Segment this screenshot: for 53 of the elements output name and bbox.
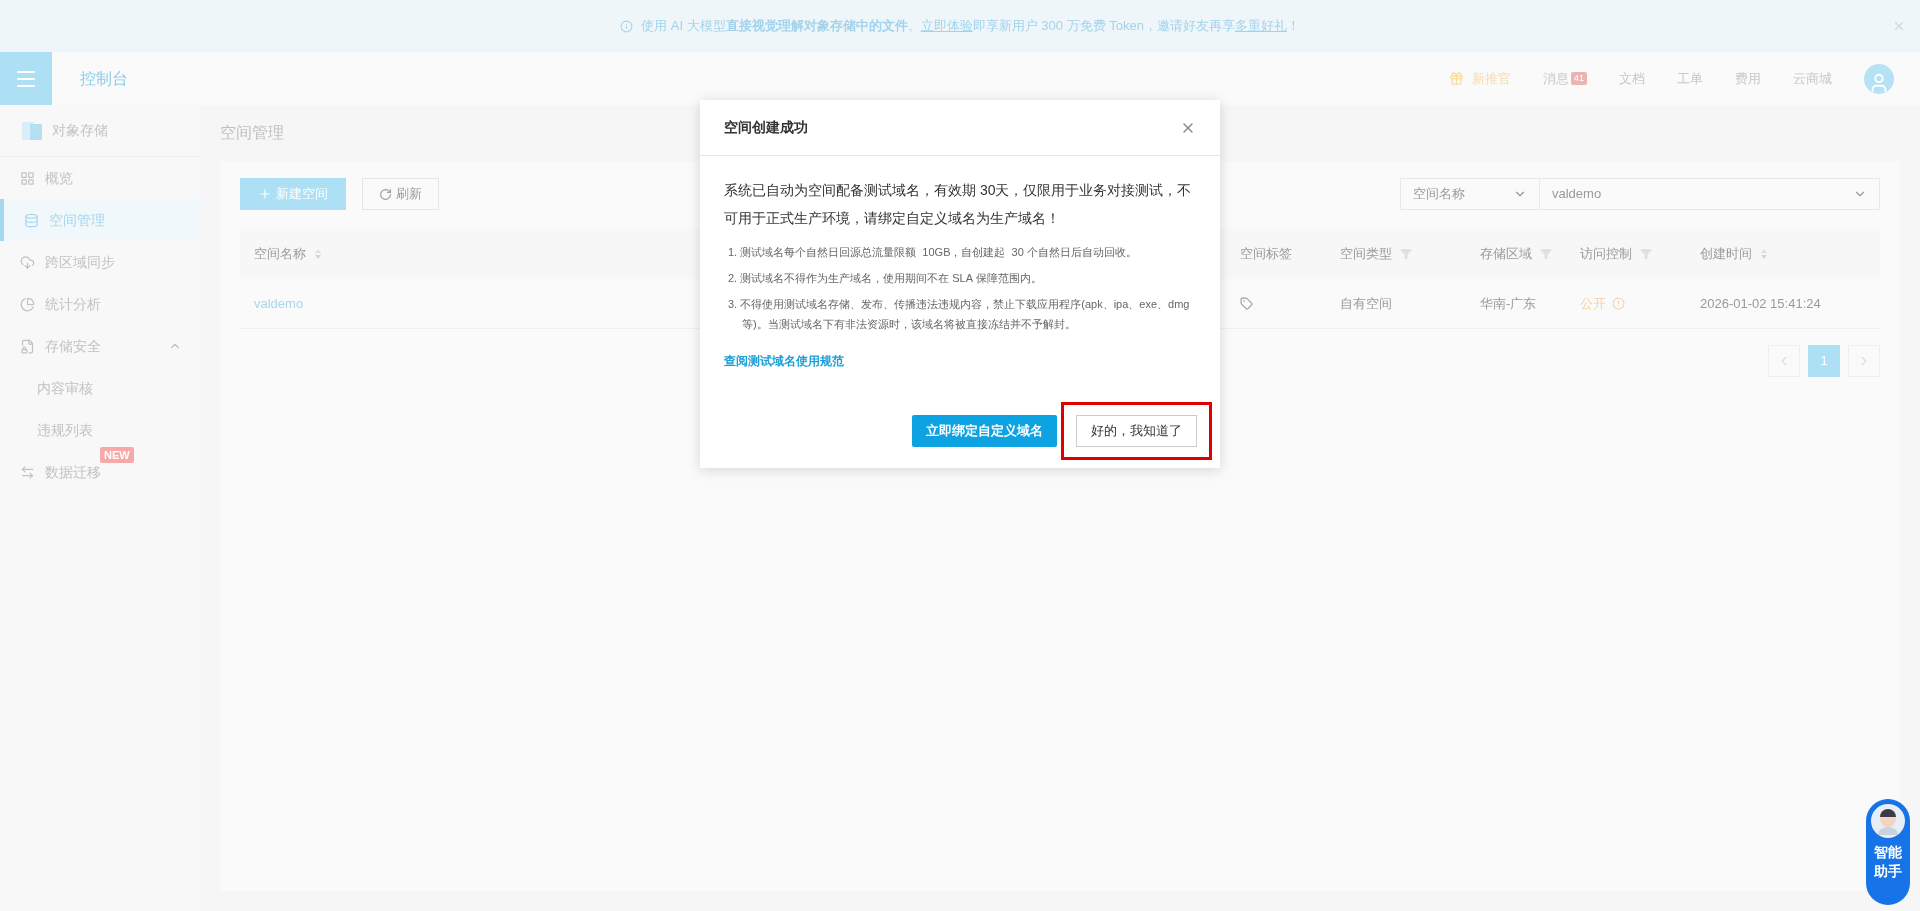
page-button[interactable]: 1 [1808, 345, 1840, 377]
info-icon [620, 19, 634, 33]
table-cell: 自有空间 [1340, 295, 1392, 311]
create-button[interactable]: 新建空间 [240, 178, 346, 210]
dialog-message: 系统已自动为空间配备测试域名，有效期 30天，仅限用于业务对接测试，不可用于正式生产环境，请绑定自定义域名为生产域名！ [724, 181, 1193, 228]
storage-logo-icon [22, 121, 42, 140]
banner-link[interactable]: 多重好礼 [1234, 18, 1287, 34]
menu-button[interactable] [0, 52, 52, 105]
refresh-button[interactable]: 刷新 [362, 178, 439, 210]
note-text: 1. 测试域名每个自然日回源总流量限额 10GB，自创建起 30 个自然日后自动回收。 [727, 245, 1138, 260]
note-text: 2. 测试域名不得作为生产域名，使用期间不在 SLA 保障范围内。 [727, 271, 1043, 286]
table-cell: 华南-广东 [1480, 295, 1537, 311]
gift-icon [1449, 71, 1464, 86]
assistant-button[interactable]: 智能助手 [1866, 799, 1910, 905]
usage-rules-link[interactable]: 查阅测试域名使用规范 [724, 352, 844, 370]
new-badge: NEW [100, 447, 134, 463]
dialog-title: 空间创建成功 [724, 118, 808, 137]
table-cell-text: 公开 [1580, 294, 1606, 313]
warning-icon [1612, 297, 1625, 310]
sort-icon[interactable] [314, 248, 322, 260]
banner-link[interactable]: 立即体验 [920, 18, 973, 34]
bind-domain-button[interactable]: 立即绑定自定义域名 [912, 415, 1057, 447]
console-title: 控制台 [80, 68, 128, 89]
assistant-avatar-icon [1870, 803, 1906, 839]
previous-page-button[interactable] [1768, 345, 1800, 377]
plus-icon [258, 187, 272, 201]
filter-field-select[interactable]: 空间名称 [1400, 178, 1540, 210]
column-header: 创建时间 [1700, 245, 1752, 264]
menu-item-icon [20, 338, 35, 354]
tag-icon[interactable] [1240, 297, 1253, 310]
bucket-name-link[interactable]: valdemo [254, 295, 304, 311]
nav-link[interactable]: 新推官 [1449, 68, 1511, 89]
acknowledge-button[interactable]: 好的，我知道了 [1076, 415, 1197, 447]
column-header: 空间标签 [1240, 245, 1292, 264]
count-badge: 41 [1571, 71, 1587, 86]
menu-item-icon [20, 464, 35, 480]
column-header: 存储区域 [1480, 245, 1532, 264]
sidebar-item[interactable]: 空间管理 [0, 199, 200, 241]
banner-text: 使用 AI 大模型直接视觉理解对象存储中的文件。立即体验即享新用户 300 万免费 Token，邀请好友再享多重好礼！ [641, 17, 1300, 36]
avatar-icon[interactable] [1864, 63, 1894, 94]
note-text: 3. 不得使用测试域名存储、发布、传播违法违规内容，禁止下载应用程序(apk、ipa、exe、dmg 等)。当测试域名下有非法资源时，该域名将被直接冻结并不予解封。 [727, 297, 1191, 332]
column-header: 空间类型 [1340, 245, 1392, 264]
column-header: 访问控制 [1580, 245, 1632, 264]
menu-item-icon [20, 254, 35, 270]
menu-item-icon [20, 170, 35, 186]
sort-icon[interactable] [1760, 248, 1768, 260]
table-cell: 2026-01-02 15:41:24 [1700, 295, 1821, 311]
menu-item-icon [24, 212, 39, 228]
search-field[interactable]: valdemo [1540, 178, 1880, 210]
next-page-button[interactable] [1848, 345, 1880, 377]
menu-item-icon [20, 296, 35, 312]
column-header: 空间名称 [254, 245, 306, 264]
refresh-icon [379, 187, 392, 201]
